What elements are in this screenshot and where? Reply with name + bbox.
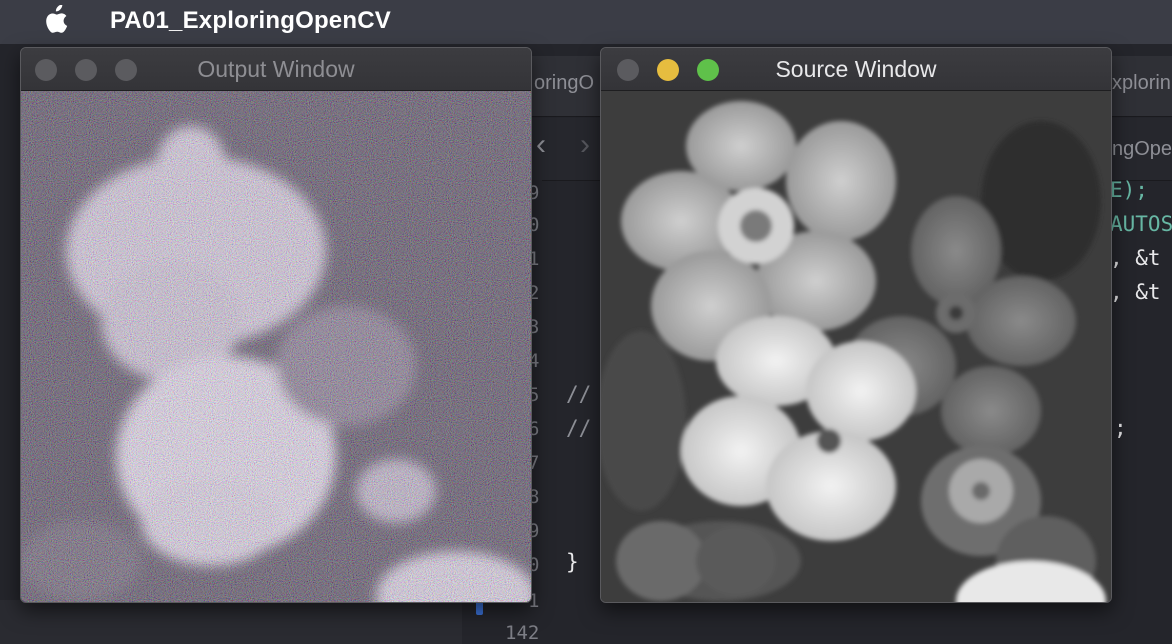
code-comment[interactable]: //: [566, 382, 591, 406]
output-window-title: Output Window: [197, 56, 355, 82]
menu-bar: PA01_ExploringOpenCV: [0, 0, 1172, 44]
code-comment[interactable]: //: [566, 416, 591, 440]
source-window[interactable]: Source Window: [600, 47, 1112, 603]
navigator-sidebar: [0, 600, 463, 644]
line-number: 142: [505, 622, 540, 644]
apple-logo-icon[interactable]: [42, 5, 68, 35]
code-line[interactable]: AUTOS: [1110, 212, 1172, 236]
source-window-titlebar[interactable]: Source Window: [601, 48, 1111, 91]
grayscale-flowers-image: [601, 91, 1111, 602]
app-title[interactable]: PA01_ExploringOpenCV: [110, 7, 391, 35]
code-line[interactable]: , &t: [1110, 246, 1161, 270]
editor-tab-left[interactable]: oringO: [534, 72, 594, 95]
editor-tab-right[interactable]: xplorin: [1112, 72, 1171, 95]
output-window[interactable]: Output Window: [20, 47, 532, 603]
noisy-flowers-image: [21, 91, 531, 602]
breakpoint-marker[interactable]: [476, 601, 483, 615]
code-line[interactable]: E);: [1110, 178, 1148, 202]
code-line[interactable]: ;: [1114, 416, 1127, 440]
code-line[interactable]: , &t: [1110, 280, 1161, 304]
code-line[interactable]: }: [566, 550, 579, 574]
output-window-titlebar[interactable]: Output Window: [21, 48, 531, 91]
back-arrow-icon[interactable]: ‹: [536, 128, 546, 162]
forward-arrow-icon[interactable]: ›: [580, 128, 590, 162]
source-window-title: Source Window: [775, 56, 937, 82]
jump-bar-path[interactable]: ngOpe: [1112, 138, 1172, 161]
